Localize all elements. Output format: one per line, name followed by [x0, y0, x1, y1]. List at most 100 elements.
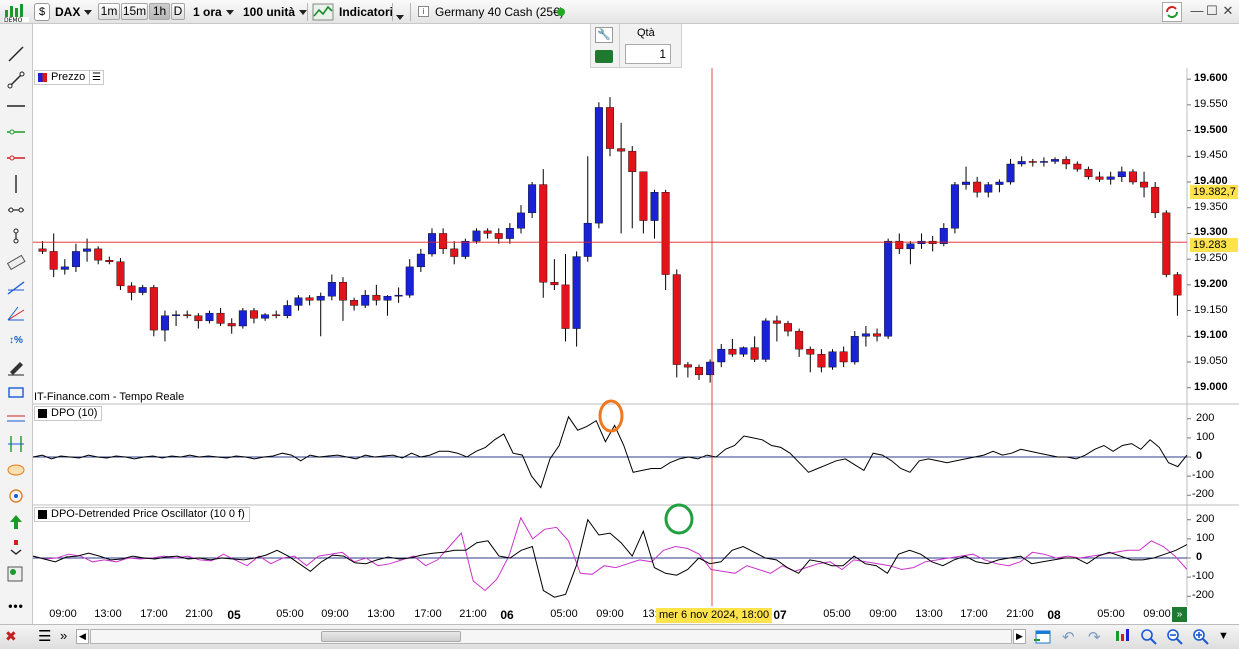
maximize-icon[interactable]: ☐ — [1205, 4, 1219, 18]
candle-body — [338, 282, 347, 301]
segment-tool-icon[interactable] — [5, 70, 27, 90]
chevron-down-icon — [84, 10, 93, 16]
cursor-price-badge: 19.283 — [1190, 238, 1238, 252]
candle-body — [1128, 171, 1137, 183]
dpo2-magenta-line — [33, 516, 1188, 592]
green-hline-icon[interactable] — [5, 122, 27, 142]
x-time-label: 13:00 — [94, 608, 122, 620]
scrollbar-thumb[interactable] — [321, 631, 461, 642]
layout-menu-icon[interactable]: ▼ — [1218, 630, 1229, 642]
settings-tool-icon[interactable] — [5, 564, 27, 584]
candle-body — [1017, 161, 1026, 165]
candle-body — [505, 228, 514, 239]
candle-body — [772, 320, 781, 324]
candle-body — [594, 107, 603, 224]
expand-tools-icon[interactable] — [5, 538, 27, 558]
ellipse-tool-icon[interactable] — [5, 460, 27, 480]
fibonacci-icon[interactable] — [5, 278, 27, 298]
candle-body — [483, 230, 492, 234]
scroll-right-icon[interactable]: » — [1172, 607, 1187, 622]
currency-icon[interactable]: $ — [34, 3, 50, 21]
rectangle-tool-icon[interactable] — [5, 382, 27, 402]
units-selector[interactable]: 100 unità — [240, 3, 310, 21]
symbol-selector[interactable]: DAX — [52, 3, 95, 21]
candle-body — [795, 330, 804, 350]
redo-icon[interactable]: ↷ — [1088, 628, 1101, 646]
indicators-icon[interactable] — [312, 2, 334, 22]
red-hline-icon[interactable] — [5, 148, 27, 168]
close-icon[interactable]: ✕ — [1221, 4, 1235, 18]
price-y-tick: 19.000 — [1194, 380, 1228, 393]
market-status-dot — [557, 8, 565, 16]
timeframe-d[interactable]: D — [171, 3, 185, 20]
candle-body — [517, 212, 525, 229]
indicators-dropdown-icon[interactable] — [396, 10, 404, 24]
candle-body — [116, 261, 125, 287]
line-tool-icon[interactable] — [5, 44, 27, 64]
candle-body — [683, 364, 692, 368]
undo-icon[interactable]: ↶ — [1062, 628, 1075, 646]
vertical-line-icon[interactable] — [5, 174, 27, 194]
x-day-label: 07 — [773, 608, 787, 622]
candle-body — [160, 315, 169, 331]
scroll-left-icon[interactable]: ◀ — [76, 629, 89, 644]
info-icon[interactable]: i — [418, 6, 429, 17]
wrench-icon[interactable]: 🔧 — [595, 27, 613, 43]
ray-tool-icon[interactable] — [5, 200, 27, 220]
osc-y-tick: 100 — [1196, 430, 1215, 443]
candle-body — [583, 222, 592, 257]
minimize-icon[interactable]: — — [1190, 4, 1204, 18]
timeframe-1h[interactable]: 1h — [149, 3, 170, 20]
ruler-icon[interactable] — [5, 252, 27, 272]
horizontal-line-icon[interactable] — [5, 96, 27, 116]
chevron-down-icon — [299, 10, 308, 16]
svg-text:DEMO: DEMO — [4, 17, 23, 22]
fan-tool-icon[interactable] — [5, 304, 27, 324]
timeframe-1m[interactable]: 1m — [98, 3, 120, 20]
x-day-label: 06 — [500, 608, 514, 622]
candle-body — [1140, 181, 1149, 188]
candle-body — [283, 305, 292, 316]
zoom-out-icon[interactable] — [1166, 628, 1184, 645]
double-chevron-icon[interactable]: » — [60, 628, 67, 643]
candle-body — [127, 285, 136, 293]
tools-icon[interactable]: ✖ — [5, 628, 25, 646]
pencil-icon[interactable] — [5, 356, 27, 376]
candle-body — [172, 314, 181, 316]
price-y-tick: 19.450 — [1194, 149, 1228, 162]
qty-input[interactable] — [625, 44, 671, 64]
horizontal-scrollbar[interactable] — [90, 629, 1012, 644]
indicators-button[interactable]: Indicatori — [336, 3, 396, 21]
menu-icon[interactable]: ☰ — [38, 627, 51, 645]
osc-y-tick: 100 — [1196, 531, 1215, 544]
zoom-fit-icon[interactable] — [1140, 628, 1158, 645]
candle-body — [639, 171, 648, 221]
scroll-right-arrow-icon[interactable]: ▶ — [1013, 629, 1026, 644]
more-tools-icon[interactable]: ••• — [5, 596, 27, 616]
vertical-segment-icon[interactable] — [5, 226, 27, 246]
timeframe-15m[interactable]: 15m — [121, 3, 148, 20]
target-tool-icon[interactable] — [5, 486, 27, 506]
candle-body — [606, 107, 614, 149]
candle-body — [60, 266, 69, 270]
candle-body — [305, 297, 314, 301]
arrow-up-icon[interactable] — [5, 512, 27, 532]
channel-tool-icon[interactable] — [5, 408, 27, 428]
percent-tool-icon[interactable]: ↕% — [5, 330, 27, 350]
highlight-green-circle — [664, 503, 694, 535]
chart-settings-icon[interactable] — [1114, 628, 1132, 645]
candle-body — [227, 323, 236, 327]
keyboard-icon[interactable] — [595, 50, 613, 63]
candle-body — [750, 347, 759, 360]
candle-body — [672, 274, 681, 365]
candle-body — [450, 248, 459, 257]
zoom-in-icon[interactable] — [1192, 628, 1210, 645]
period-selector[interactable]: 1 ora — [190, 3, 237, 21]
calendar-icon[interactable] — [1034, 628, 1052, 645]
chart-canvas[interactable] — [33, 68, 1239, 606]
candle-body — [550, 282, 559, 286]
price-y-tick: 19.550 — [1194, 97, 1228, 110]
refresh-icon[interactable] — [1162, 2, 1182, 22]
grid-tool-icon[interactable] — [5, 434, 27, 454]
order-panel: 🔧 Qtà — [590, 24, 682, 68]
